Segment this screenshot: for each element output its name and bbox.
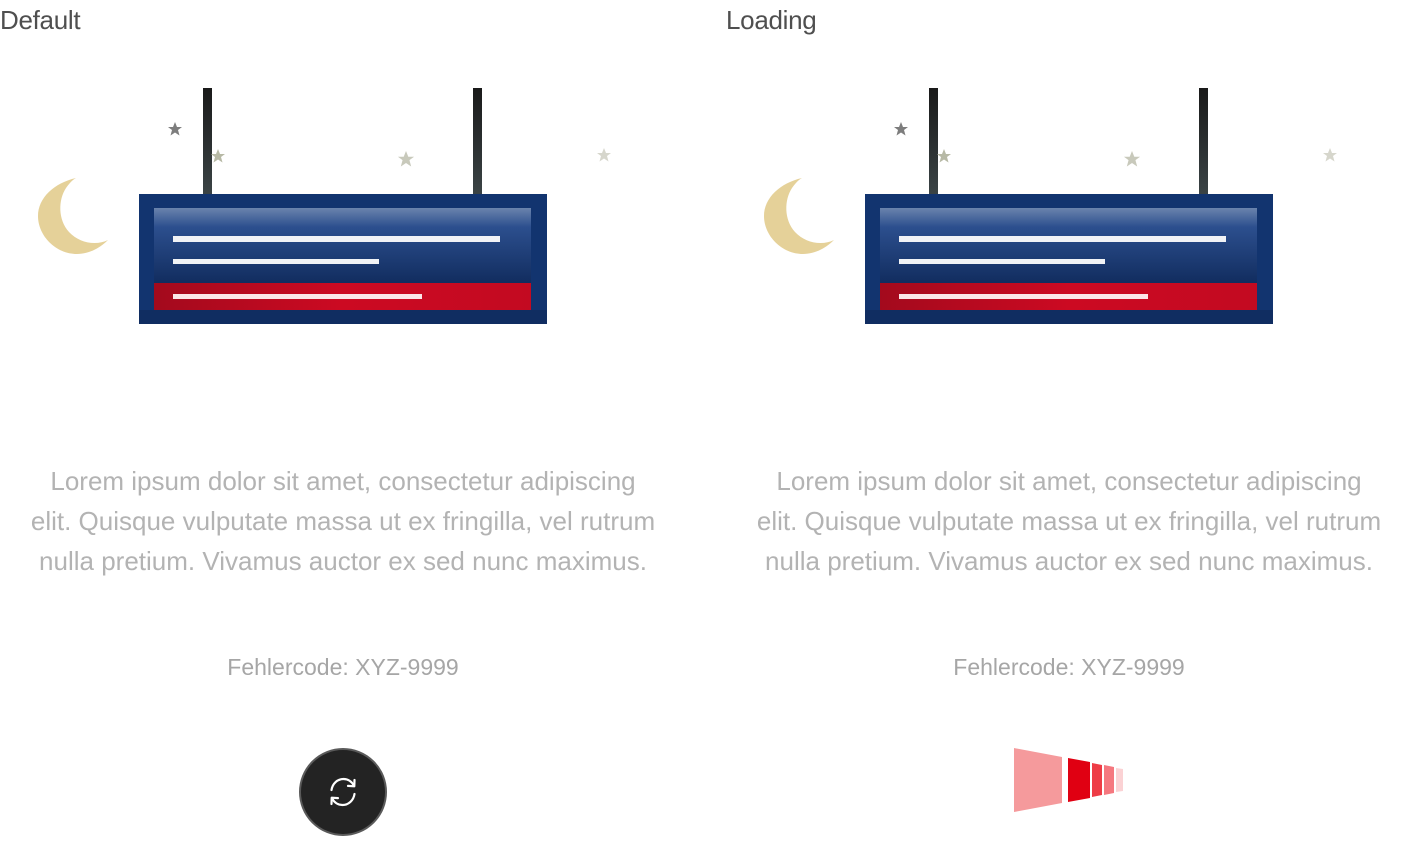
star-icon: [211, 149, 225, 163]
star-icon: [168, 122, 182, 136]
board-pole-right: [473, 88, 482, 196]
error-code: Fehlercode: XYZ-9999: [953, 654, 1185, 680]
reload-button[interactable]: [299, 748, 387, 836]
star-icon: [397, 150, 415, 167]
loading-spinner-icon: [1014, 748, 1123, 812]
error-message: Lorem ipsum dolor sit amet, consectetur …: [756, 466, 1382, 576]
error-message: Lorem ipsum dolor sit amet, consectetur …: [30, 466, 656, 576]
error-code: Fehlercode: XYZ-9999: [227, 654, 459, 680]
board-pole-left: [203, 88, 212, 196]
star-icon: [1323, 148, 1337, 162]
moon-icon: [764, 178, 834, 254]
star-icon: [1123, 150, 1141, 167]
departure-board-illustration: [38, 88, 611, 324]
variant-default: Default Lorem ipsum dolor sit amet, cons…: [0, 0, 700, 868]
refresh-icon: [330, 777, 356, 807]
star-icon: [894, 122, 908, 136]
board-pole-right: [1199, 88, 1208, 196]
star-icon: [597, 148, 611, 162]
moon-icon: [38, 178, 108, 254]
board-pole-left: [929, 88, 938, 196]
variant-label: Loading: [726, 5, 817, 35]
departure-board-illustration: [764, 88, 1337, 324]
variant-label: Default: [0, 5, 81, 35]
variant-loading: Loading Lorem ipsum dolor sit amet, cons…: [726, 0, 1412, 868]
star-icon: [937, 149, 951, 163]
